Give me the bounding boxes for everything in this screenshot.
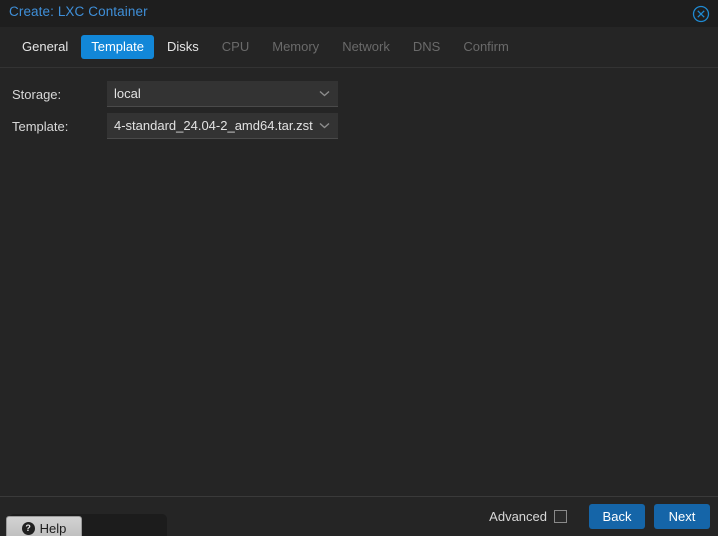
advanced-checkbox[interactable] [554,510,567,523]
tab-cpu: CPU [221,39,250,54]
help-button[interactable]: ? Help [6,516,82,536]
tab-network: Network [342,39,390,54]
template-row: Template: 4-standard_24.04-2_amd64.tar.z… [0,113,352,139]
tab-general[interactable]: General [12,35,78,59]
dialog-footer: ? Help Advanced Back Next [0,496,718,536]
storage-select-value: local [114,86,141,101]
dialog-body: Storage: local Template: 4-standard_24.0… [0,68,718,496]
question-mark-icon: ? [21,521,35,535]
tab-memory: Memory [272,39,320,54]
template-select[interactable]: 4-standard_24.04-2_amd64.tar.zst [107,113,338,139]
dialog-titlebar: Create: LXC Container [0,0,718,27]
template-select-value: 4-standard_24.04-2_amd64.tar.zst [114,118,313,133]
dialog-title: Create: LXC Container [9,4,148,19]
create-lxc-container-dialog: Create: LXC Container General Template D… [0,0,718,536]
storage-label: Storage: [12,86,62,102]
footer-actions: Advanced Back Next [489,497,710,536]
back-button[interactable]: Back [589,504,645,529]
next-button[interactable]: Next [654,504,710,529]
template-label: Template: [12,118,69,134]
tab-dns: DNS [412,39,441,54]
close-icon[interactable] [692,5,710,23]
chevron-down-icon [315,90,333,97]
help-button-label: Help [39,520,67,536]
wizard-tabbar: General Template Disks CPU Memory Networ… [0,27,718,68]
template-form-panel: Storage: local Template: 4-standard_24.0… [0,68,352,145]
chevron-down-icon [315,122,333,129]
tab-confirm: Confirm [463,39,509,54]
storage-select[interactable]: local [107,81,338,107]
tab-disks[interactable]: Disks [157,35,209,59]
tab-template[interactable]: Template [81,35,154,59]
storage-row: Storage: local [0,81,352,107]
advanced-label: Advanced [489,509,547,524]
